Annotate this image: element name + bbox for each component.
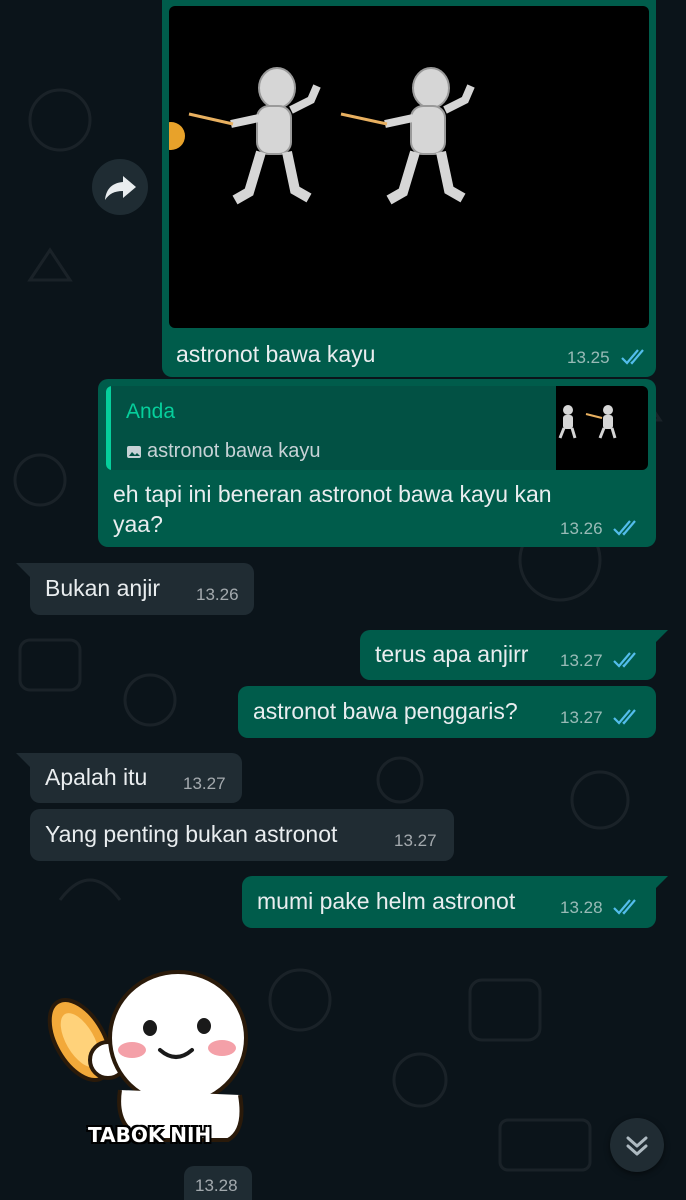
read-ticks-icon	[613, 520, 636, 536]
message-time: 13.26	[560, 519, 603, 538]
message-time: 13.26	[196, 585, 239, 604]
message-outgoing[interactable]: astronot bawa penggaris? 13.27	[238, 686, 656, 738]
message-incoming[interactable]: Bukan anjir 13.26	[30, 563, 254, 615]
message-text: mumi pake helm astronot	[257, 888, 516, 914]
quote-text: astronot bawa kayu	[147, 440, 321, 462]
message-time: 13.28	[195, 1176, 238, 1195]
bubble-tail	[654, 876, 668, 890]
message-text: terus apa anjirr	[375, 641, 529, 667]
message-incoming[interactable]: Apalah itu 13.27	[30, 753, 242, 803]
sticker-time-pill: 13.28	[184, 1166, 252, 1200]
sticker-message[interactable]: TABOK NIH	[40, 960, 260, 1155]
message-text: Yang penting bukan astronot	[45, 821, 338, 847]
message-incoming[interactable]: Yang penting bukan astronot 13.27	[30, 809, 454, 861]
bubble-tail	[654, 630, 668, 644]
read-ticks-icon	[613, 652, 636, 668]
message-image[interactable]	[169, 6, 649, 328]
message-time: 13.27	[560, 651, 603, 670]
message-outgoing[interactable]: terus apa anjirr 13.27	[360, 630, 656, 680]
quote-author: Anda	[126, 400, 176, 423]
message-text: Bukan anjir	[45, 575, 161, 601]
forward-arrow-icon	[105, 176, 136, 200]
bubble-tail	[16, 563, 30, 577]
message-time: 13.25	[567, 348, 610, 367]
fencers-image	[169, 67, 475, 205]
read-ticks-icon	[621, 349, 644, 365]
sticker-caption: TABOK NIH	[88, 1123, 212, 1147]
bubble-tail	[16, 753, 30, 767]
message-reply-outgoing[interactable]: Anda astronot bawa kayu eh tapi ini bene…	[98, 379, 656, 547]
quote-bar	[106, 386, 111, 470]
message-image-outgoing[interactable]: astronot bawa kayu 13.25	[162, 0, 656, 377]
quoted-message[interactable]: Anda astronot bawa kayu	[106, 386, 648, 470]
message-time: 13.28	[560, 898, 603, 917]
message-text-line1: eh tapi ini beneran astronot bawa kayu k…	[113, 481, 552, 507]
message-time: 13.27	[560, 708, 603, 727]
message-caption: astronot bawa kayu	[176, 341, 376, 367]
message-time: 13.27	[394, 831, 437, 850]
forward-button[interactable]	[92, 159, 148, 215]
image-icon	[127, 446, 141, 458]
scroll-to-bottom-button[interactable]	[610, 1118, 664, 1172]
read-ticks-icon	[613, 709, 636, 725]
read-ticks-icon	[613, 899, 636, 915]
message-text: Apalah itu	[45, 764, 148, 790]
message-time: 13.27	[183, 774, 226, 793]
quote-thumbnail	[556, 386, 648, 470]
message-text: astronot bawa penggaris?	[253, 698, 518, 724]
message-text-line2: yaa?	[113, 511, 163, 537]
chevron-double-down-icon	[626, 1136, 648, 1156]
message-outgoing[interactable]: mumi pake helm astronot 13.28	[242, 876, 656, 928]
